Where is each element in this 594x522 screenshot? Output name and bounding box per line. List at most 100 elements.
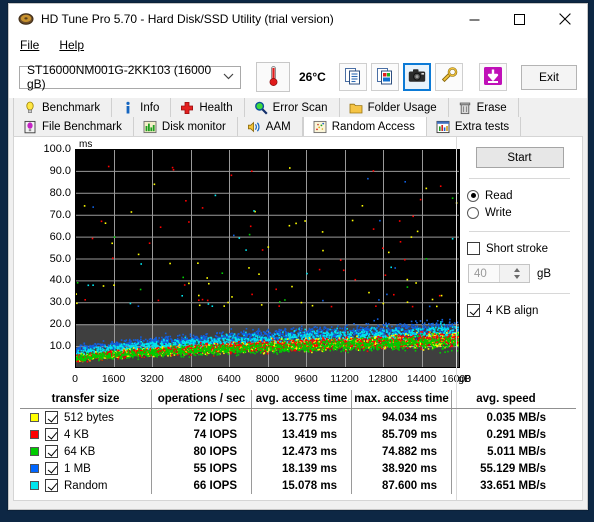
results-body: 512 bytes 72 IOPS 13.775 ms 94.034 ms 0.035 … (14, 409, 582, 494)
divider-3 (469, 293, 570, 294)
tab-file-benchmark[interactable]: File Benchmark (13, 117, 134, 136)
row-avg-access-time: 13.775 ms (252, 409, 352, 426)
screenshot-button[interactable] (403, 63, 431, 91)
tab-info-label: Info (140, 101, 160, 114)
row-avg-access-time: 15.078 ms (252, 477, 352, 494)
random-access-panel: ms 100.0 90.0 80.0 70.0 60.0 50.0 40.0 30.0 20.0… (13, 136, 583, 501)
spinner-arrows[interactable] (498, 265, 529, 282)
row-avg-speed: 33.651 MB/s (480, 479, 546, 492)
tab-aam-label: AAM (265, 120, 291, 133)
application-window: HD Tune Pro 5.70 - Hard Disk/SSD Utility… (8, 3, 588, 510)
short-stroke-size-input[interactable]: 40 (468, 264, 530, 283)
table-row[interactable]: 4 KB 74 IOPS 13.419 ms 85.709 ms 0.291 MB/s (20, 426, 576, 443)
exit-button-label: Exit (538, 70, 559, 84)
y-axis: 100.0 90.0 80.0 70.0 60.0 50.0 40.0 30.0 20.0 10.… (20, 143, 73, 368)
tab-folder-usage-label: Folder Usage (367, 101, 437, 114)
maximize-button[interactable] (497, 4, 542, 34)
info-icon (121, 101, 135, 115)
checkbox-4kb-align-label: 4 KB align (486, 304, 539, 317)
x-tick-label: 8000 (255, 373, 280, 385)
copy-text-button[interactable] (339, 63, 367, 91)
tab-erase[interactable]: Erase (448, 98, 519, 117)
row-avg-access-time: 13.419 ms (252, 426, 352, 443)
title-bar: HD Tune Pro 5.70 - Hard Disk/SSD Utility… (9, 4, 587, 34)
x-tick-label: 12800 (368, 373, 398, 385)
scatter-icon (313, 120, 327, 134)
row-transfer-size: 4 KB (20, 426, 152, 443)
spinner-up-icon[interactable] (513, 268, 520, 272)
exit-button[interactable]: Exit (521, 64, 577, 90)
tab-disk-monitor-label: Disk monitor (161, 120, 226, 133)
x-tick-label: 3200 (140, 373, 164, 385)
table-row[interactable]: Random 66 IOPS 15.078 ms 87.600 ms 33.651 MB… (20, 477, 576, 494)
x-axis: gB 0 1600 3200 4800 6400 8000 9600 11200 12800 14… (72, 370, 471, 388)
radio-read-indicator (467, 189, 479, 202)
drive-select[interactable]: ST16000NM001G-2KK103 (16000 gB) (19, 63, 241, 91)
table-row[interactable]: 512 bytes 72 IOPS 13.775 ms 94.034 ms 0.035 … (20, 409, 576, 426)
series-color-swatch (30, 464, 39, 473)
radio-write-indicator (467, 206, 479, 219)
y-tick-label: 30.0 (49, 296, 71, 309)
checkbox-4kb-align[interactable]: 4 KB align (467, 302, 572, 319)
download-arrow-icon (483, 66, 503, 89)
series-color-swatch (30, 430, 39, 439)
radio-write[interactable]: Write (467, 204, 572, 221)
checkbox-short-stroke[interactable]: Short stroke (467, 240, 572, 257)
row-checkbox[interactable] (45, 445, 58, 458)
tab-random-access[interactable]: Random Access (302, 117, 427, 136)
row-name-label: 4 KB (64, 428, 89, 441)
chart-icon (436, 120, 450, 134)
row-name-label: Random (64, 479, 108, 492)
row-checkbox[interactable] (45, 428, 58, 441)
spinner-down-icon[interactable] (513, 275, 520, 279)
folder-icon (349, 101, 363, 115)
start-button[interactable]: Start (475, 147, 564, 168)
row-max-access-time: 85.709 ms (352, 426, 452, 443)
header-avg-access-time: avg. access time (252, 390, 352, 408)
window-title: HD Tune Pro 5.70 - Hard Disk/SSD Utility… (41, 12, 334, 26)
tab-info[interactable]: Info (112, 98, 172, 117)
start-button-label: Start (507, 151, 532, 164)
row-max-access-time: 94.034 ms (352, 409, 452, 426)
tab-health[interactable]: Health (171, 98, 245, 117)
row-checkbox[interactable] (45, 462, 58, 475)
y-tick-label: 60.0 (49, 230, 71, 243)
row-checkbox[interactable] (45, 411, 58, 424)
tab-extra-tests[interactable]: Extra tests (426, 117, 522, 136)
table-row[interactable]: 1 MB 55 IOPS 18.139 ms 38.920 ms 55.129 MB/s (20, 460, 576, 477)
tab-row-2: File Benchmark Disk monitor AAM Random A… (13, 117, 583, 136)
tab-benchmark-label: Benchmark (42, 101, 101, 114)
y-tick-label: 50.0 (49, 252, 71, 265)
radio-read[interactable]: Read (467, 187, 572, 204)
harddisk-icon (18, 11, 34, 27)
row-operations-sec: 80 IOPS (152, 443, 252, 460)
tab-disk-monitor[interactable]: Disk monitor (133, 117, 238, 136)
row-operations-sec: 66 IOPS (152, 477, 252, 494)
options-button[interactable] (435, 63, 463, 91)
tab-extra-tests-label: Extra tests (454, 120, 510, 133)
table-row[interactable]: 64 KB 80 IOPS 12.473 ms 74.882 ms 5.011 MB/s (20, 443, 576, 460)
menu-help[interactable]: Help (57, 36, 93, 54)
tab-error-scan[interactable]: Error Scan (244, 98, 340, 117)
y-tick-label: 80.0 (49, 186, 71, 199)
random-access-chart: ms 100.0 90.0 80.0 70.0 60.0 50.0 40.0 30.0 20.0… (20, 139, 471, 385)
copy-image-button[interactable] (371, 63, 399, 91)
menu-file[interactable]: File (18, 36, 48, 54)
close-button[interactable] (542, 4, 587, 34)
row-transfer-size: 512 bytes (20, 409, 152, 426)
tab-folder-usage[interactable]: Folder Usage (339, 98, 449, 117)
row-transfer-size: Random (20, 477, 152, 494)
lightbulb-icon (23, 101, 37, 115)
x-tick-label: 1600 (101, 373, 126, 385)
thermometer-icon (268, 65, 279, 90)
checkbox-4kb-align-indicator (467, 304, 480, 317)
tab-benchmark[interactable]: Benchmark (13, 98, 113, 117)
menu-help-label: Help (59, 38, 85, 52)
save-button[interactable] (479, 63, 507, 91)
tab-aam[interactable]: AAM (237, 117, 303, 136)
row-avg-speed: 0.035 MB/s (486, 411, 546, 424)
row-checkbox[interactable] (45, 479, 58, 492)
row-avg-speed: 0.291 MB/s (486, 428, 546, 441)
minimize-button[interactable] (452, 4, 497, 34)
speaker-icon (247, 120, 261, 134)
